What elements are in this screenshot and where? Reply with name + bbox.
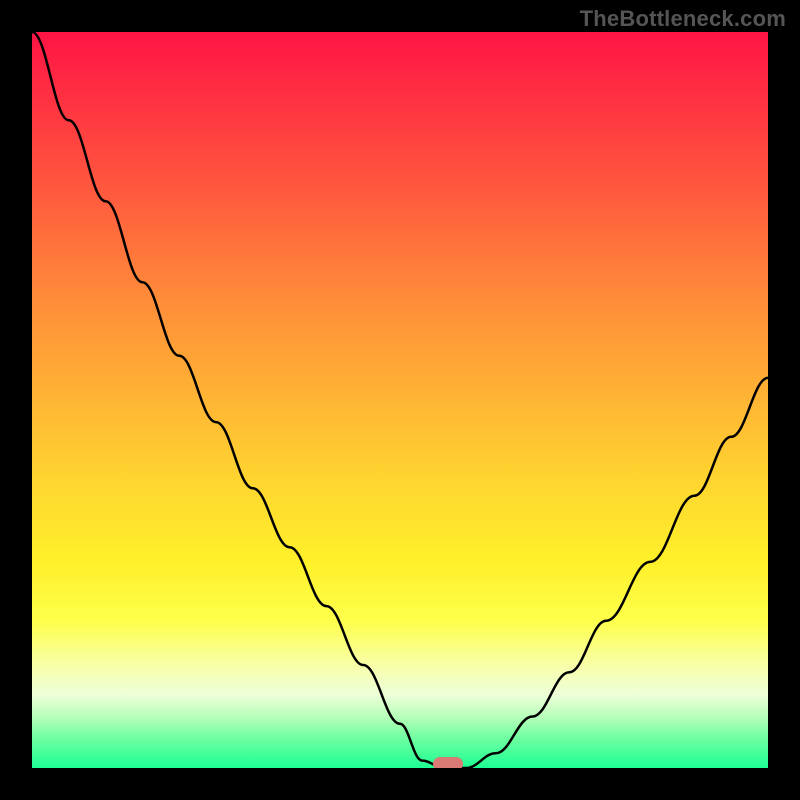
plot-area (32, 32, 768, 768)
watermark-text: TheBottleneck.com (580, 6, 786, 32)
minimum-marker (433, 757, 463, 768)
chart-frame: TheBottleneck.com (0, 0, 800, 800)
bottleneck-curve (32, 32, 768, 768)
curve-path (32, 32, 768, 768)
